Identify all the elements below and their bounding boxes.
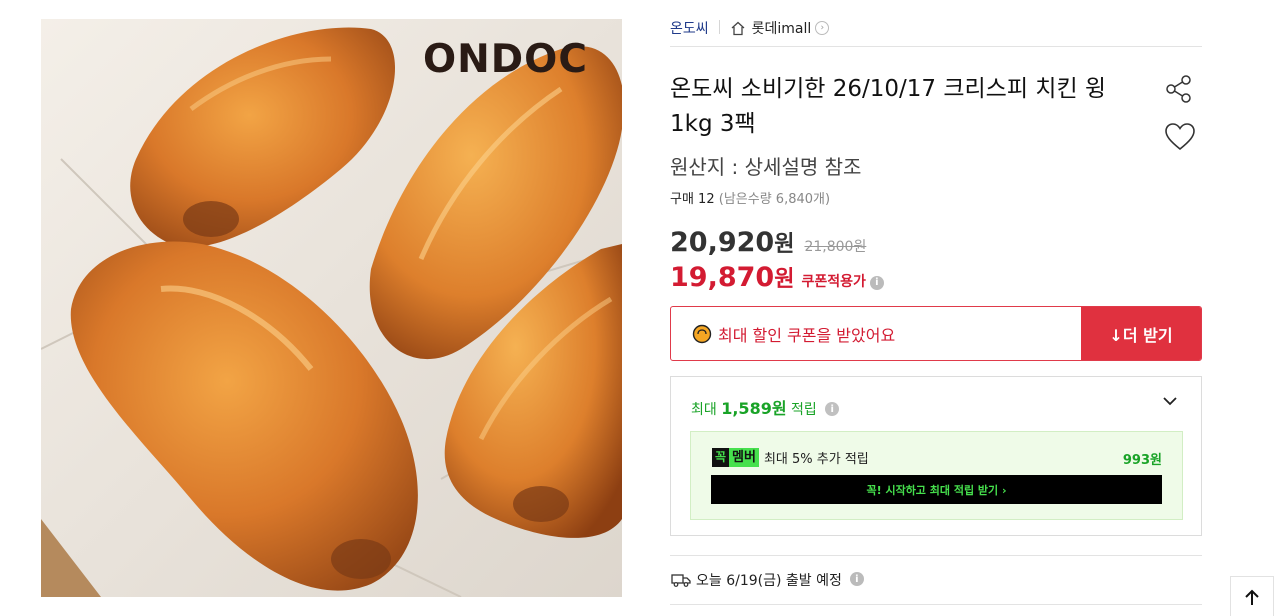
coupon-price-row: 19,870원 쿠폰적용가 i — [670, 261, 884, 293]
home-icon — [731, 21, 745, 35]
member-reward-text: 최대 5% 추가 적립 — [763, 452, 869, 467]
coin-icon — [692, 324, 712, 343]
sale-price-row: 20,920원 21,800원 — [670, 226, 866, 258]
original-price: 21,800원 — [804, 239, 867, 255]
heart-icon[interactable] — [1164, 122, 1196, 152]
reward-panel: 최대 1,589원 적립 i 꼭 멤버 최대 5% 추가 적립 993원 꼭! 시… — [670, 376, 1202, 536]
info-icon[interactable]: i — [869, 275, 884, 290]
reward-amount: 1,589원 — [721, 399, 787, 418]
coupon-price-label: 쿠폰적용가 — [801, 274, 866, 290]
reward-summary[interactable]: 최대 1,589원 적립 i — [691, 395, 840, 419]
purchase-count-label: 구매 12 — [670, 192, 715, 207]
member-signup-button[interactable]: 꼭! 시작하고 최대 적립 받기 › — [711, 475, 1162, 504]
store-name: 롯데imall — [751, 21, 812, 37]
brand-logo: ONDOC — [423, 37, 588, 82]
coupon-banner: 최대 할인 쿠폰을 받았어요 ↓더 받기 — [670, 306, 1202, 361]
shipping-text: 오늘 6/19(금) 출발 예정 — [696, 573, 842, 589]
coupon-message: 최대 할인 쿠폰을 받았어요 — [671, 307, 1081, 360]
chevron-right-icon: › — [815, 21, 830, 35]
share-icon[interactable] — [1164, 74, 1194, 104]
member-reward-row: 꼭 멤버 최대 5% 추가 적립 — [712, 448, 869, 467]
chevron-down-icon[interactable] — [1161, 393, 1179, 409]
member-reward-box: 꼭 멤버 최대 5% 추가 적립 993원 꼭! 시작하고 최대 적립 받기 › — [690, 431, 1183, 520]
coupon-price: 19,870원 — [670, 262, 795, 293]
product-title: 온도씨 소비기한 26/10/17 크리스피 치킨 윙 1kg 3팩 — [670, 76, 1107, 137]
brand-bar: 온도씨 롯데imall › — [670, 14, 1202, 47]
scroll-to-top-button[interactable] — [1230, 576, 1274, 616]
chicken-wings-photo — [41, 19, 622, 597]
info-icon[interactable]: i — [849, 572, 864, 586]
sale-price: 20,920원 — [670, 227, 795, 258]
divider — [718, 20, 720, 34]
member-reward-amount: 993원 — [1122, 453, 1162, 468]
origin-text: 원산지 : 상세설명 참조 — [670, 155, 862, 179]
shipping-info: 오늘 6/19(금) 출발 예정 i — [670, 555, 1202, 605]
purchase-count: 구매 12 (남은수량 6,840개) — [670, 188, 830, 207]
remaining-stock: (남은수량 6,840개) — [718, 192, 831, 207]
truck-icon — [671, 574, 691, 587]
coupon-message-text: 최대 할인 쿠폰을 받았어요 — [718, 325, 896, 345]
member-badge: 꼭 멤버 — [712, 448, 759, 467]
arrow-up-icon — [1245, 589, 1259, 605]
store-link[interactable]: 롯데imall › — [730, 18, 830, 38]
info-icon[interactable]: i — [825, 402, 840, 416]
get-more-coupons-button[interactable]: ↓더 받기 — [1081, 307, 1201, 360]
product-image: ONDOC — [41, 19, 622, 597]
brand-link[interactable]: 온도씨 — [670, 18, 709, 38]
